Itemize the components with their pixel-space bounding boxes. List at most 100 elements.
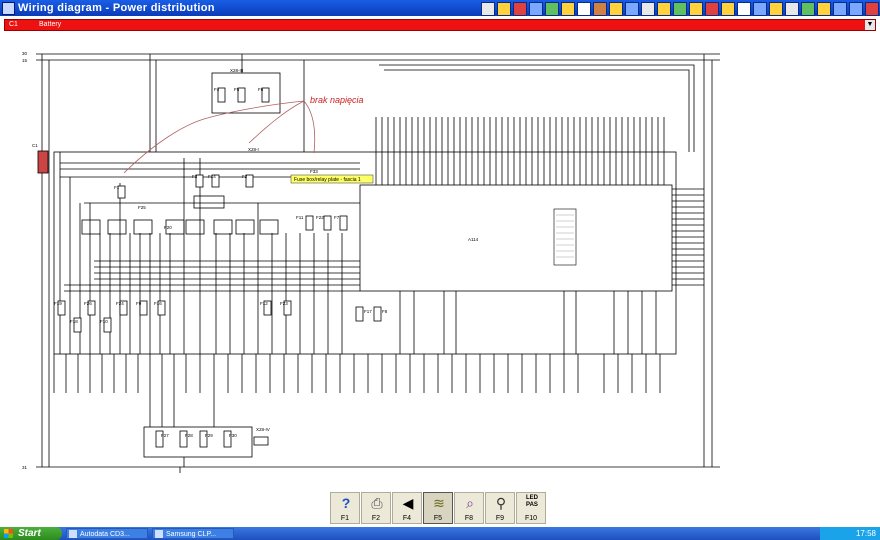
help-button[interactable]: ? F1 [330,492,360,524]
fuse-f20-label: F20 [164,225,172,230]
wiring-button-label: F5 [433,515,443,522]
connector-c1-block[interactable] [37,150,49,174]
fuse-f5-label: F5 [234,87,240,92]
fuse-f3-label: F3 [192,174,198,179]
print-icon: ⎙ [371,495,383,511]
toolbar-icon-16[interactable] [721,2,735,16]
fuse-f26-label: F26 [84,301,92,306]
toolbar-icon-8[interactable] [593,2,607,16]
toolbar-icon-14[interactable] [689,2,703,16]
led-pass-button-label: F10 [524,515,538,522]
wiring-diagram[interactable]: 30 15 31 X28-III X28-I X28-IV C1 A114 F4… [4,33,876,490]
chevron-down-icon[interactable]: ▼ [865,20,875,30]
back-button[interactable]: ◀ F4 [392,492,422,524]
toolbar-icon-6[interactable] [561,2,575,16]
connector-x28-i-label: X28-I [248,147,259,152]
task-samsung[interactable]: Samsung CLP... [152,528,234,539]
autodata-icon [69,530,77,538]
circuit-name: Battery [39,21,62,28]
fuse-f7-label: F7 [334,215,340,220]
fuse-f22-label: F22 [316,215,324,220]
connector-x28-iii-label: X28-III [230,68,243,73]
toolbar-icon-10[interactable] [625,2,639,16]
connector-x28-iv-label: X28-IV [256,427,270,432]
connector-c1-label: C1 [32,143,38,148]
annotation-no-voltage: brak napięcia [310,95,364,105]
wiring-icon: ≋ [433,495,445,511]
task-autodata[interactable]: Autodata CD3... [66,528,148,539]
fuse-f23-label: F23 [280,301,288,306]
start-button[interactable]: Start [0,527,62,540]
fuse-f18-label: F18 [70,319,78,324]
toolbar-icon-2[interactable] [497,2,511,16]
circuit-select[interactable]: C1 Battery ▼ [4,19,876,31]
toolbar-icon-22[interactable] [817,2,831,16]
toolbar-icon-1[interactable] [481,2,495,16]
help-button-label: F1 [340,515,350,522]
toolbar-icon-4[interactable] [529,2,543,16]
rail-31-label: 31 [22,465,28,470]
fuse-f24-label: F24 [116,301,124,306]
minimize-button[interactable] [833,2,847,16]
fuse-f9-label: F9 [136,301,142,306]
window-title-bar[interactable]: Wiring diagram - Power distribution [0,0,880,16]
fuse-f33-label: F33 [310,169,318,174]
zoom-button[interactable]: ⌕ F8 [454,492,484,524]
led-pass-button[interactable]: LED PAS F10 [516,492,546,524]
rail-30-label: 30 [22,51,28,56]
window-title: Wiring diagram - Power distribution [18,2,215,14]
fuse-f30-label: F30 [229,433,237,438]
fuse-f10-label: F10 [100,319,108,324]
back-button-label: F4 [402,515,412,522]
toolbar-icon-15[interactable] [705,2,719,16]
toolbar-icon-9[interactable] [609,2,623,16]
fuse-f27-label: F27 [161,433,169,438]
toolbar-icon-17[interactable] [737,2,751,16]
find-button-label: F9 [495,515,505,522]
print-button-label: F2 [371,515,381,522]
printer-icon [155,530,163,538]
task-autodata-label: Autodata CD3... [80,531,130,538]
app-icon [2,2,15,15]
back-icon: ◀ [402,495,414,511]
zoom-icon: ⌕ [466,495,474,511]
fuse-f2-label: F2 [242,174,248,179]
start-label: Start [18,528,41,539]
print-button[interactable]: ⎙ F2 [361,492,391,524]
fuse-f1-label: F1 [114,185,120,190]
module-fuse-table [553,208,577,266]
find-button[interactable]: ⚲ F9 [485,492,515,524]
fuse-f17-label: F17 [364,309,372,314]
close-button[interactable] [865,2,879,16]
help-icon: ? [341,495,351,511]
toolbar-icon-20[interactable] [785,2,799,16]
task-samsung-label: Samsung CLP... [166,531,217,538]
maximize-button[interactable] [849,2,863,16]
toolbar-icon-7[interactable] [577,2,591,16]
function-toolbar: ? F1 ⎙ F2 ◀ F4 ≋ F5 ⌕ F8 ⚲ F9 LED PAS F1… [330,492,547,524]
zoom-button-label: F8 [464,515,474,522]
fuse-f14-label: F14 [208,174,216,179]
toolbar-icon-11[interactable] [641,2,655,16]
windows-logo-icon [4,529,13,538]
fuse-f12-label: F12 [260,301,268,306]
toolbar-icon-3[interactable] [513,2,527,16]
wiring-button[interactable]: ≋ F5 [423,492,453,524]
toolbar-icon-19[interactable] [769,2,783,16]
fuse-f16-label: F16 [154,301,162,306]
system-clock: 17:58 [820,527,880,540]
toolbar-icon-5[interactable] [545,2,559,16]
toolbar-icon-13[interactable] [673,2,687,16]
tooltip-text: Fuse box/relay plate - fascia 1 [294,177,361,183]
fuse-f4-label: F4 [214,87,220,92]
fuse-f28-label: F28 [185,433,193,438]
find-icon: ⚲ [495,495,507,511]
toolbar-icon-21[interactable] [801,2,815,16]
taskbar: Start Autodata CD3... Samsung CLP... 17:… [0,527,880,540]
title-toolbar-icons [480,0,880,16]
fuse-f29-label: F29 [205,433,213,438]
fuse-f25-label: F25 [138,205,146,210]
led-pass-icon: LED PAS [526,495,538,508]
toolbar-icon-18[interactable] [753,2,767,16]
toolbar-icon-12[interactable] [657,2,671,16]
